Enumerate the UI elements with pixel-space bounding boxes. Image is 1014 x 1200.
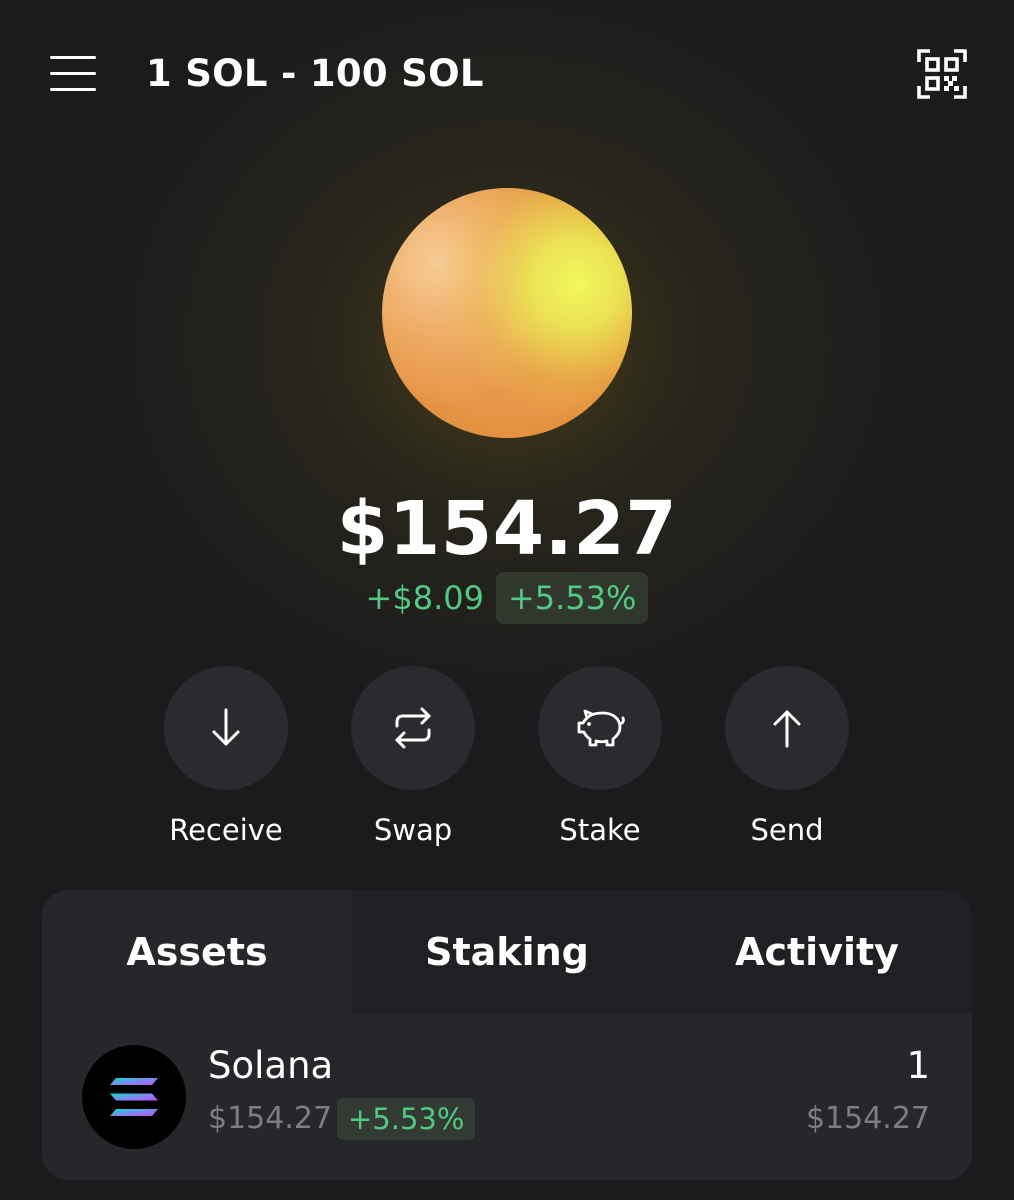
- menu-button[interactable]: [46, 48, 100, 98]
- receive-button-circle[interactable]: [164, 666, 288, 790]
- wallet-title[interactable]: 1 SOL - 100 SOL: [146, 52, 484, 96]
- receive-label: Receive: [169, 813, 283, 847]
- portfolio-balance: $154.27: [336, 486, 678, 572]
- swap-button[interactable]: Swap: [319, 666, 507, 856]
- asset-price: $154.27: [208, 1101, 333, 1136]
- qr-scan-button[interactable]: [916, 48, 968, 100]
- swap-arrows-icon: [395, 707, 431, 749]
- swap-label: Swap: [373, 813, 453, 847]
- asset-name: Solana: [208, 1044, 334, 1087]
- tab-assets[interactable]: Assets: [42, 890, 352, 1014]
- piggy-bank-icon: [577, 709, 625, 747]
- hamburger-menu-icon: [50, 56, 96, 59]
- change-percent-badge: +5.53%: [495, 572, 649, 624]
- wallet-avatar-orb: [382, 188, 632, 438]
- action-buttons: Receive Swap Stake Send: [132, 666, 882, 856]
- assets-panel: Assets Staking Activity Solana $154.27 +…: [42, 890, 972, 1180]
- tab-activity[interactable]: Activity: [662, 890, 972, 1014]
- asset-change-badge: +5.53%: [337, 1098, 476, 1140]
- tab-staking[interactable]: Staking: [352, 890, 662, 1014]
- solana-logo-icon: [82, 1045, 186, 1149]
- swap-button-circle[interactable]: [351, 666, 475, 790]
- arrow-up-icon: [773, 710, 801, 748]
- asset-value: $154.27: [805, 1101, 930, 1136]
- stake-button[interactable]: Stake: [506, 666, 694, 856]
- asset-row-solana[interactable]: Solana $154.27 +5.53% 1 $154.27: [42, 1014, 972, 1180]
- asset-quantity: 1: [906, 1044, 930, 1087]
- stake-button-circle[interactable]: [538, 666, 662, 790]
- top-bar: 1 SOL - 100 SOL: [0, 0, 1014, 150]
- arrow-down-icon: [212, 708, 240, 746]
- change-amount: +$8.09: [365, 579, 484, 617]
- qr-scan-icon: [917, 49, 967, 99]
- tab-bar: Assets Staking Activity: [42, 890, 972, 1014]
- send-button[interactable]: Send: [693, 666, 881, 856]
- send-label: Send: [750, 813, 824, 847]
- portfolio-change: +$8.09 +5.53%: [0, 572, 1014, 624]
- receive-button[interactable]: Receive: [132, 666, 320, 856]
- send-button-circle[interactable]: [725, 666, 849, 790]
- stake-label: Stake: [559, 813, 641, 847]
